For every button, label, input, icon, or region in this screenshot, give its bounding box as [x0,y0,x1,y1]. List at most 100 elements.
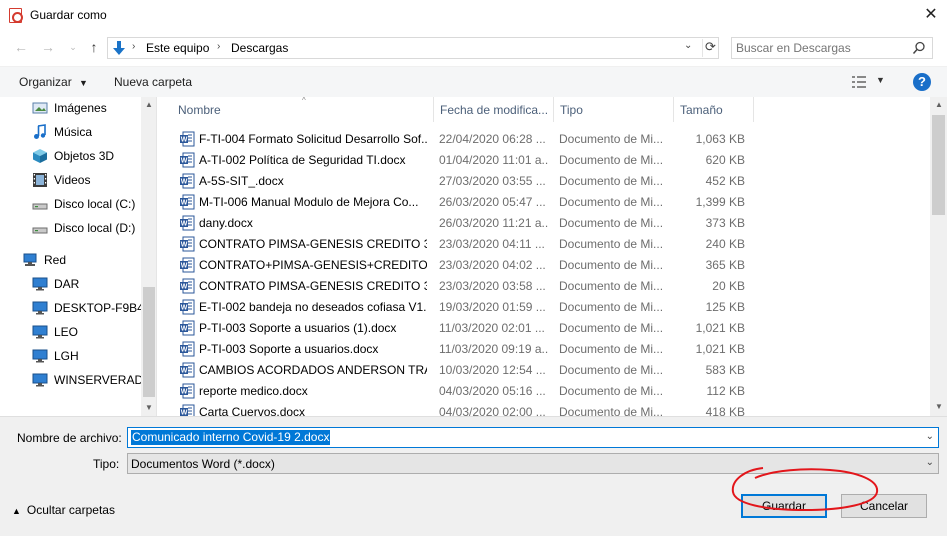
breadcrumb-separator-icon: › [217,41,221,52]
window-title: Guardar como [30,8,107,22]
file-name: dany.docx [199,216,253,230]
organize-button[interactable]: Organizar ▼ [19,75,88,89]
sidebar-item-disco-local-c[interactable]: Disco local (C:) [0,192,142,216]
annotation-circle [731,467,879,512]
sidebar-item-label: Disco local (C:) [54,197,136,211]
file-type-value: Documentos Word (*.docx) [131,457,275,471]
close-icon[interactable]: ✕ [920,4,942,26]
file-name: CAMBIOS ACORDADOS ANDERSON TRA... [199,363,427,377]
type-label: Tipo: [93,457,120,471]
svg-text:W: W [181,368,188,375]
file-type: Documento de Mi... [559,342,664,356]
breadcrumb-este-equipo[interactable]: Este equipo [146,41,209,55]
scroll-up-icon[interactable]: ▲ [931,97,947,113]
address-dropdown-icon[interactable]: ⌄ [684,40,692,51]
file-size: 373 KB [705,216,745,230]
sidebar-item-leo[interactable]: LEO [0,320,142,344]
file-row[interactable]: W CONTRATO PIMSA-GENESIS CREDITO 3... 23/0… [158,233,918,254]
drive-icon [32,196,48,212]
sidebar-item-objetos-3d[interactable]: Objetos 3D [0,144,142,168]
back-arrow-icon[interactable]: ← [12,38,30,56]
file-type: Documento de Mi... [559,237,664,251]
file-list-scrollbar-thumb[interactable] [932,115,945,215]
search-box[interactable] [731,37,933,59]
search-input[interactable] [736,40,906,56]
scroll-down-icon[interactable]: ▼ [141,400,156,416]
file-row[interactable]: W M-TI-006 Manual Modulo de Mejora Co... 2… [158,191,918,212]
organize-label: Organizar [19,75,72,89]
command-bar: Organizar ▼ Nueva carpeta ▼ ? [0,66,947,97]
file-size: 365 KB [705,258,745,272]
file-name: P-TI-003 Soporte a usuarios.docx [199,342,379,356]
file-date: 27/03/2020 03:55 ... [439,174,546,188]
file-date: 23/03/2020 03:58 ... [439,279,546,293]
file-name: CONTRATO PIMSA-GENESIS CREDITO 3... [199,237,427,251]
file-row[interactable]: W A-TI-002 Política de Seguridad TI.docx 0… [158,149,918,170]
scroll-down-icon[interactable]: ▼ [931,399,947,415]
view-options-icon[interactable] [851,75,867,89]
nav-scrollbar-thumb[interactable] [143,287,155,397]
file-date: 26/03/2020 05:47 ... [439,195,546,209]
file-date: 04/03/2020 05:16 ... [439,384,546,398]
filename-input-value[interactable]: Comunicado interno Covid-19 2.docx [131,430,331,445]
file-row[interactable]: W CONTRATO+PIMSA-GENESIS+CREDITO+... 23/03… [158,254,918,275]
new-folder-button[interactable]: Nueva carpeta [114,75,192,89]
file-name: Carta Cuervos.docx [199,405,306,416]
sidebar-item-label: DAR [54,277,80,291]
column-header-type[interactable]: Tipo [554,97,674,122]
column-header-date[interactable]: Fecha de modifica... [434,97,554,122]
chevron-up-icon: ▲ [12,506,21,516]
chevron-down-icon[interactable]: ⌄ [926,431,934,442]
recent-locations-chevron-icon[interactable]: ⌄ [64,38,82,56]
sidebar-item-im-genes[interactable]: Imágenes [0,97,142,120]
file-size: 583 KB [705,363,745,377]
word-document-icon: W [180,131,195,147]
sidebar-item-label: Música [54,125,93,139]
help-icon[interactable]: ? [913,73,931,91]
forward-arrow-icon[interactable]: → [39,38,57,56]
sidebar-item-red[interactable]: Red [0,248,142,272]
sidebar-item-disco-local-d[interactable]: Disco local (D:) [0,216,142,240]
file-name: M-TI-006 Manual Modulo de Mejora Co... [199,195,419,209]
app-icon [9,8,23,23]
music-icon [32,124,48,140]
file-row[interactable]: W P-TI-003 Soporte a usuarios.docx 11/03/2… [158,338,918,359]
hide-folders-toggle[interactable]: ▲ Ocultar carpetas [12,503,115,517]
file-name: A-TI-002 Política de Seguridad TI.docx [199,153,406,167]
sidebar-item-lgh[interactable]: LGH [0,344,142,368]
file-row[interactable]: W Carta Cuervos.docx 04/03/2020 02:00 ... D… [158,401,918,416]
file-row[interactable]: W F-TI-004 Formato Solicitud Desarrollo S… [158,128,918,149]
file-type: Documento de Mi... [559,279,664,293]
file-row[interactable]: W A-5S-SIT_.docx 27/03/2020 03:55 ... Docum… [158,170,918,191]
file-row[interactable]: Wreporte medico.docx 04/03/2020 05:16 ...… [158,380,918,401]
breadcrumb-descargas[interactable]: Descargas [231,41,288,55]
column-header-name[interactable]: Nombre ^ [172,97,434,122]
view-dropdown-icon[interactable]: ▼ [876,75,885,85]
file-size: 1,063 KB [695,132,745,146]
sidebar-item-videos[interactable]: Videos [0,168,142,192]
refresh-icon[interactable]: ⟳ [702,39,718,57]
sidebar-item-m-sica[interactable]: Música [0,120,142,144]
scroll-up-icon[interactable]: ▲ [141,97,156,113]
file-row[interactable]: W CAMBIOS ACORDADOS ANDERSON TRA... 10/03/… [158,359,918,380]
chevron-down-icon[interactable]: ⌄ [926,457,934,468]
column-header-size[interactable]: Tamaño [674,97,754,122]
sidebar-item-desktop-f9b47[interactable]: DESKTOP-F9B47 [0,296,150,320]
videos-icon [32,172,48,188]
file-date: 26/03/2020 11:21 a... [439,216,549,230]
file-row[interactable]: W P-TI-003 Soporte a usuarios (1).docx 11/… [158,317,918,338]
file-size: 240 KB [705,237,745,251]
file-row[interactable]: Wdany.docx 26/03/2020 11:21 a... Documento… [158,212,918,233]
file-type: Documento de Mi... [559,132,664,146]
sidebar-item-winserverad[interactable]: WINSERVERAD [0,368,143,392]
file-date: 10/03/2020 12:54 ... [439,363,546,377]
sidebar-item-dar[interactable]: DAR [0,272,142,296]
file-size: 1,399 KB [695,195,745,209]
file-row[interactable]: W CONTRATO PIMSA-GENESIS CREDITO 3... 23/0… [158,275,918,296]
address-bar[interactable]: › Este equipo › Descargas ⌄ ⟳ [107,37,719,59]
svg-text:W: W [181,137,188,144]
file-size: 20 KB [712,279,745,293]
filename-field[interactable]: Comunicado interno Covid-19 2.docx ⌄ [127,427,939,448]
up-arrow-icon[interactable]: ↑ [85,38,103,56]
file-row[interactable]: W E-TI-002 bandeja no deseados cofiasa V1… [158,296,918,317]
